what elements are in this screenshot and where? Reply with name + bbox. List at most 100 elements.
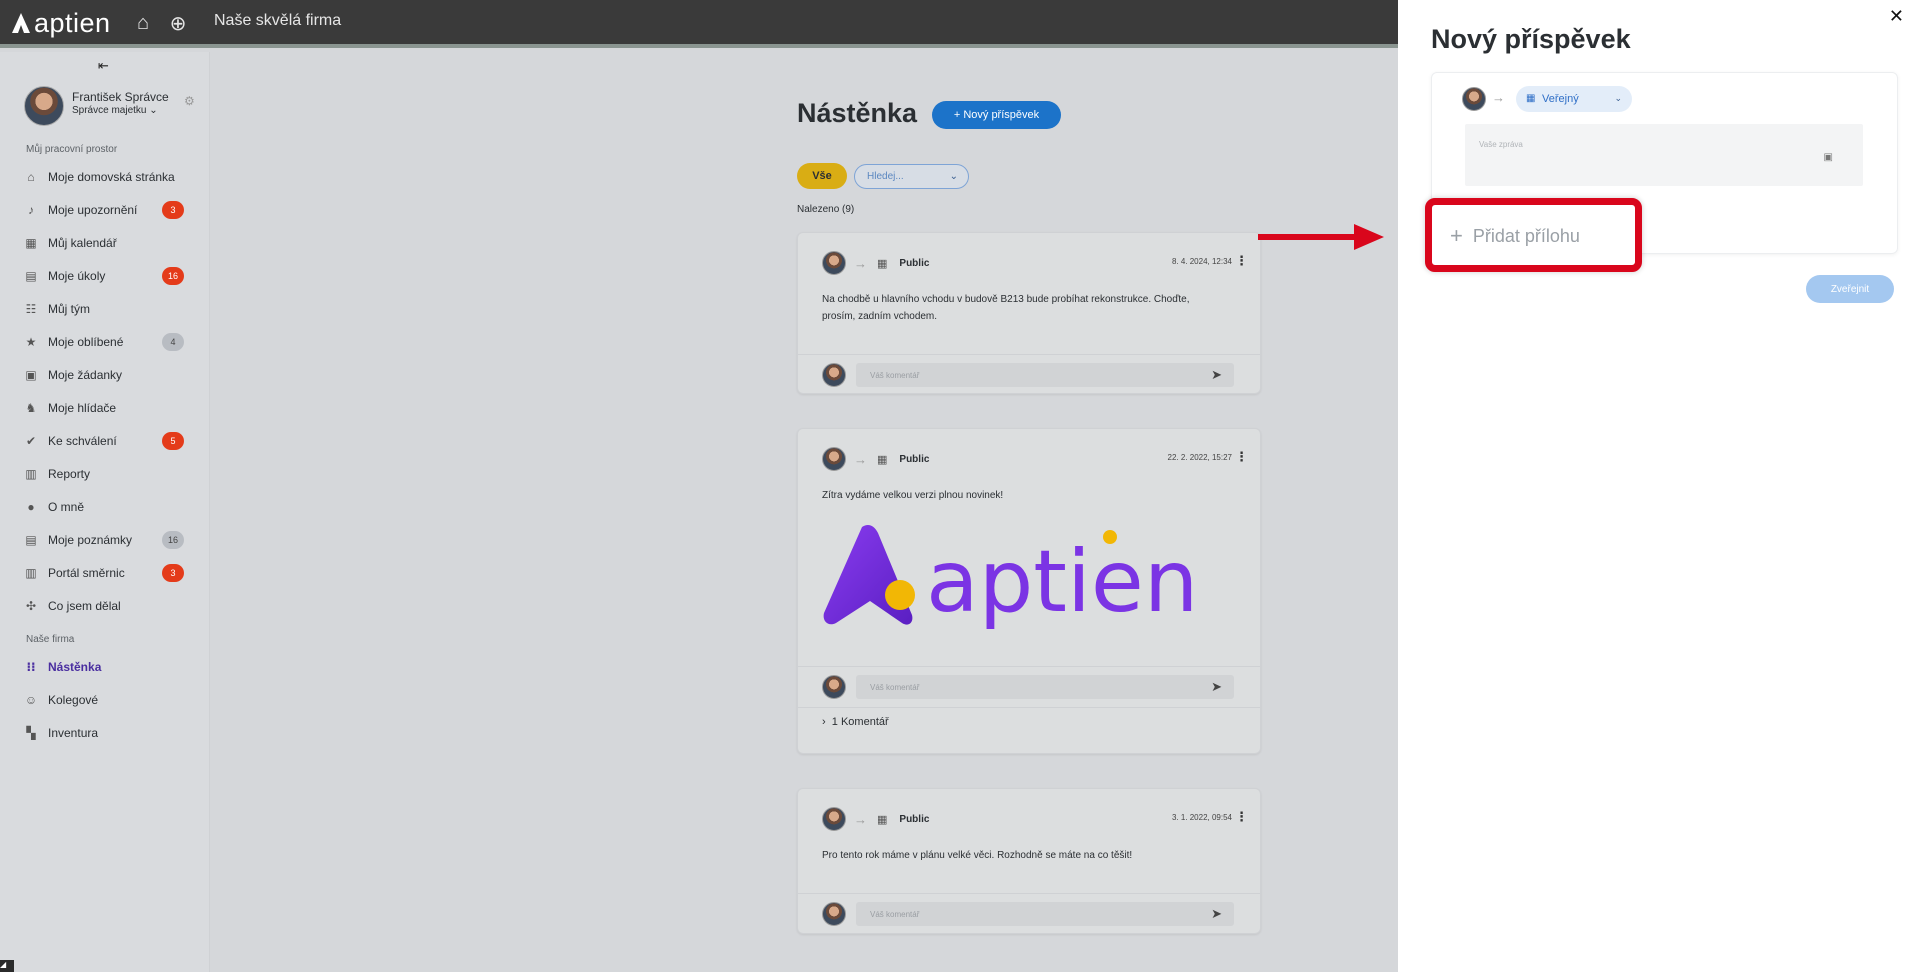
post-audience: Public <box>899 813 930 825</box>
brand-logo[interactable]: aptien <box>10 8 111 38</box>
sidebar-item-label: Portál směrnic <box>48 566 125 580</box>
post-text: Na chodbě u hlavního vchodu v budově B21… <box>822 294 1190 322</box>
post-text: Pro tento rok máme v plánu velké věci. R… <box>822 850 1133 861</box>
post-date: 8. 4. 2024, 12:34 <box>1171 257 1232 266</box>
sidebar-item-calendar[interactable]: ▦ Můj kalendář <box>24 232 190 254</box>
more-options-icon[interactable]: ⋮ <box>1235 449 1248 465</box>
sidebar-item-notifications[interactable]: ♪ Moje upozornění 3 <box>24 199 190 221</box>
policies-badge: 3 <box>162 564 184 582</box>
sidebar-item-requests[interactable]: ▣ Moje žádanky <box>24 364 190 386</box>
comment-bar: Váš komentář ➤ <box>798 354 1260 394</box>
new-post-button[interactable]: + Nový příspěvek <box>932 101 1061 129</box>
chevron-down-icon: ⌄ <box>1614 93 1622 103</box>
add-circle-icon[interactable]: ⊕ <box>167 12 189 35</box>
comment-input[interactable]: Váš komentář <box>856 902 1234 926</box>
comments-toggle[interactable]: › 1 Komentář <box>798 707 1260 737</box>
corner-icon: ◢ <box>0 960 14 972</box>
message-input[interactable]: Vaše zpráva ▣ <box>1465 124 1863 186</box>
post-card: → ▦ Public 3. 1. 2022, 09:54 ⋮ Pro tento… <box>797 788 1261 934</box>
image-icon[interactable]: ▣ <box>1824 152 1833 163</box>
comments-link-label: 1 Komentář <box>831 716 889 728</box>
post-image-text: aptien <box>926 532 1198 632</box>
sidebar-item-label: Moje oblíbené <box>48 335 124 349</box>
send-icon[interactable]: ➤ <box>1211 679 1222 695</box>
company-name[interactable]: Naše skvělá firma <box>214 12 341 30</box>
chevron-down-icon: ⌄ <box>149 105 158 116</box>
sidebar-item-label: Moje upozornění <box>48 203 138 217</box>
more-options-icon[interactable]: ⋮ <box>1235 253 1248 269</box>
building-icon: ▦ <box>1526 93 1536 104</box>
sidebar-item-label: Moje hlídače <box>48 401 117 415</box>
close-icon[interactable]: ✕ <box>1889 6 1904 27</box>
sidebar: ⇤ František Správce Správce majetku ⌄ ⚙ … <box>0 52 210 972</box>
search-placeholder: Hledej... <box>867 171 904 182</box>
post-audience: Public <box>899 257 930 269</box>
collapse-sidebar-icon[interactable]: ⇤ <box>98 58 109 74</box>
inventory-icon: ▚ <box>26 726 36 740</box>
post-header: → ▦ Public <box>822 251 929 275</box>
sidebar-item-about-me[interactable]: ● O mně <box>24 496 190 518</box>
history-icon: ✣ <box>25 599 37 613</box>
page-title: Nástěnka <box>797 98 918 128</box>
attachment-highlight: + Přidat přílohu <box>1425 198 1642 272</box>
sidebar-item-label: Moje poznámky <box>48 533 133 547</box>
section-workspace: Můj pracovní prostor <box>26 144 118 155</box>
sidebar-item-label: Můj tým <box>48 302 90 316</box>
avatar <box>822 363 846 387</box>
sidebar-item-colleagues[interactable]: ☺ Kolegové <box>24 689 190 711</box>
comment-input[interactable]: Váš komentář <box>856 363 1234 387</box>
sidebar-item-label: Inventura <box>48 726 99 740</box>
add-attachment-button[interactable]: + Přidat přílohu <box>1450 223 1580 249</box>
add-attachment-label: Přidat přílohu <box>1472 225 1580 246</box>
search-input[interactable]: Hledej... ⌄ <box>854 164 969 189</box>
notifications-badge: 3 <box>162 201 184 219</box>
person-icon: ● <box>27 500 35 514</box>
section-company: Naše firma <box>26 634 75 645</box>
sidebar-item-policies[interactable]: ▥ Portál směrnic 3 <box>24 562 190 584</box>
sidebar-item-watchdogs[interactable]: ♞ Moje hlídače <box>24 397 190 419</box>
more-options-icon[interactable]: ⋮ <box>1235 809 1248 825</box>
arrow-right-icon: → <box>854 451 867 467</box>
home-icon[interactable]: ⌂ <box>132 12 154 34</box>
filter-all-button[interactable]: Vše <box>797 163 847 189</box>
post-card: → ▦ Public 22. 2. 2022, 15:27 ⋮ Zítra vy… <box>797 428 1261 754</box>
gear-icon[interactable]: ⚙ <box>184 94 195 108</box>
home-icon: ⌂ <box>27 170 35 184</box>
chevron-right-icon: › <box>822 716 826 728</box>
chevron-down-icon: ⌄ <box>949 171 958 182</box>
panel-title: Nový příspěvek <box>1431 24 1631 54</box>
user-role-label: Správce majetku <box>72 105 147 116</box>
comment-input[interactable]: Váš komentář <box>856 675 1234 699</box>
sidebar-item-history[interactable]: ✣ Co jsem dělal <box>24 595 190 617</box>
comment-placeholder: Váš komentář <box>870 909 920 919</box>
sidebar-item-label: Reporty <box>48 467 91 481</box>
sidebar-item-notes[interactable]: ▤ Moje poznámky 16 <box>24 529 190 551</box>
post-header: → ▦ Public <box>822 807 929 831</box>
sidebar-item-favorites[interactable]: ★ Moje oblíbené 4 <box>24 331 190 353</box>
sidebar-item-inventory[interactable]: ▚ Inventura <box>24 722 190 744</box>
sidebar-item-reports[interactable]: ▥ Reporty <box>24 463 190 485</box>
post-date: 22. 2. 2022, 15:27 <box>1167 453 1233 462</box>
tasks-badge: 16 <box>161 267 184 285</box>
team-icon: ☷ <box>25 302 37 316</box>
sidebar-item-label: Ke schválení <box>48 434 117 448</box>
sidebar-item-approval[interactable]: ✔ Ke schválení 5 <box>24 430 190 452</box>
sidebar-item-label: Moje domovská stránka <box>48 170 175 184</box>
sidebar-item-label: Můj kalendář <box>48 236 117 250</box>
sidebar-item-board[interactable]: ⁝⁝ Nástěnka <box>24 656 190 678</box>
sidebar-item-team[interactable]: ☷ Můj tým <box>24 298 190 320</box>
send-icon[interactable]: ➤ <box>1211 367 1222 383</box>
publish-button[interactable]: Zveřejnit <box>1806 275 1894 303</box>
send-icon[interactable]: ➤ <box>1211 906 1222 922</box>
sidebar-item-tasks[interactable]: ▤ Moje úkoly 16 <box>24 265 190 287</box>
request-icon: ▣ <box>25 368 37 382</box>
avatar <box>822 447 846 471</box>
avatar <box>822 807 846 831</box>
avatar <box>822 902 846 926</box>
bell-icon: ♪ <box>28 203 34 217</box>
arrow-right-icon: → <box>854 255 867 271</box>
user-profile[interactable]: František Správce Správce majetku ⌄ ⚙ <box>24 84 204 128</box>
visibility-select[interactable]: ▦ Veřejný ⌄ <box>1516 86 1632 112</box>
sidebar-item-home[interactable]: ⌂ Moje domovská stránka <box>24 166 190 188</box>
new-post-panel: ✕ Nový příspěvek → ▦ Veřejný ⌄ Vaše zprá… <box>1398 0 1920 972</box>
